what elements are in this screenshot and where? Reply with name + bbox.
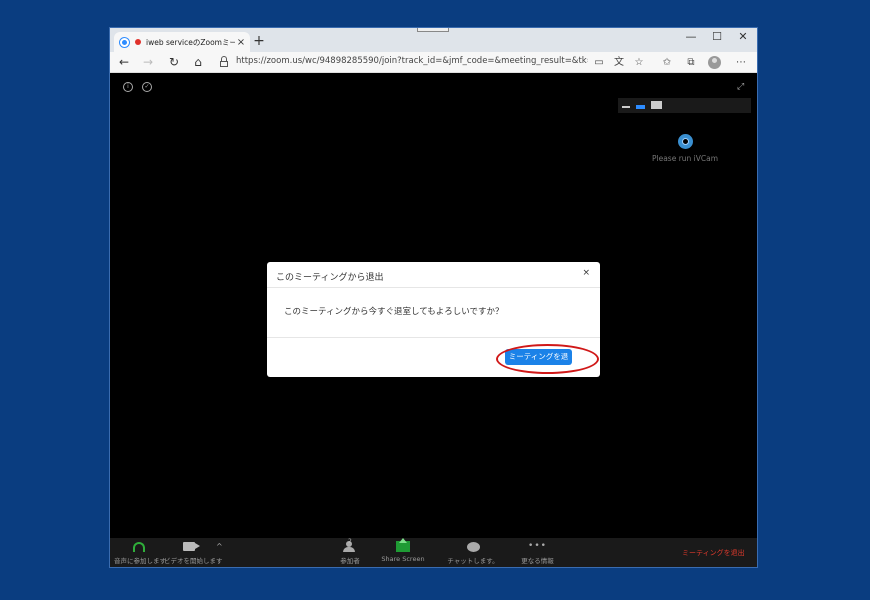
dialog-header: このミーティングから退出 ×	[267, 262, 600, 288]
tab-title: iweb serviceのZoomミーティ...	[146, 37, 235, 47]
audio-label: 音声に参加します	[114, 557, 166, 565]
tab-strip: iweb serviceのZoomミーティ... × + — ☐ ✕	[110, 28, 757, 52]
end-meeting-button[interactable]: ミーティングを退出	[682, 548, 745, 558]
more-dots-icon: •••	[528, 541, 547, 551]
address-bar[interactable]: https://zoom.us/wc/94898285590/join?trac…	[236, 56, 588, 66]
view-switcher[interactable]	[618, 98, 751, 113]
more-label: 更なる情報	[521, 557, 554, 565]
share-screen-button[interactable]: Share Screen	[378, 538, 428, 563]
tab-close-icon[interactable]: ×	[235, 37, 247, 48]
favorites-list-icon[interactable]: ✩	[658, 52, 676, 73]
participants-label: 参加者	[340, 557, 360, 565]
chat-bubble-icon	[466, 541, 480, 552]
chat-button[interactable]: チャットします。	[443, 540, 503, 565]
meeting-stage: i ✓ ⤢ Please run iVCam このミーティングから退出 × この…	[110, 74, 757, 538]
maximize-button[interactable]: ☐	[704, 28, 730, 46]
zoom-favicon-icon	[120, 37, 129, 47]
dialog-close-icon[interactable]: ×	[582, 268, 590, 278]
refresh-icon[interactable]: ↻	[164, 52, 184, 73]
fullscreen-icon[interactable]: ⤢	[737, 82, 744, 92]
video-label: ビデオを開始します	[164, 557, 223, 565]
participants-count: 2	[348, 538, 352, 545]
strip-view-icon[interactable]	[636, 105, 645, 109]
share-label: Share Screen	[381, 555, 425, 563]
browser-window: iweb serviceのZoomミーティ... × + — ☐ ✕ ← → ↻…	[110, 28, 757, 567]
meeting-control-bar: 音声に参加します ビデオを開始します ^ 2 参加者 Share Screen …	[110, 538, 757, 567]
home-icon[interactable]: ⌂	[188, 52, 208, 73]
translate-icon[interactable]: 文	[610, 52, 628, 73]
profile-avatar[interactable]	[708, 56, 721, 69]
dialog-title: このミーティングから退出	[276, 273, 384, 283]
gallery-view-icon[interactable]	[651, 101, 662, 109]
video-camera-icon	[183, 542, 200, 551]
vcam-message: Please run iVCam	[651, 154, 719, 163]
collections-icon[interactable]: ⧉	[682, 52, 700, 73]
more-button[interactable]: ••• 更なる情報	[515, 540, 560, 566]
headset-icon	[133, 541, 145, 552]
video-options-chevron-icon[interactable]: ^	[216, 542, 223, 551]
close-window-button[interactable]: ✕	[730, 28, 756, 46]
red-highlight-ellipse	[496, 344, 599, 374]
forward-arrow-icon[interactable]: →	[138, 52, 158, 73]
chat-label: チャットします。	[447, 557, 499, 565]
camera-permission-icon[interactable]: ▭	[590, 52, 608, 73]
browser-tab[interactable]: iweb serviceのZoomミーティ... ×	[114, 32, 250, 52]
minimize-view-icon[interactable]	[622, 106, 630, 108]
recording-indicator-icon	[135, 39, 141, 45]
dialog-divider	[267, 337, 600, 338]
start-video-button[interactable]: ビデオを開始します	[164, 540, 223, 565]
lock-icon[interactable]	[220, 56, 228, 67]
webcam-icon	[677, 134, 693, 149]
security-shield-icon[interactable]: ✓	[142, 82, 152, 92]
join-audio-button[interactable]: 音声に参加します	[114, 540, 166, 565]
window-grab-handle	[417, 28, 449, 32]
minimize-button[interactable]: —	[678, 28, 704, 46]
address-toolbar: ← → ↻ ⌂ https://zoom.us/wc/94898285590/j…	[110, 52, 757, 73]
new-tab-button[interactable]: +	[252, 33, 266, 49]
dialog-message: このミーティングから今すぐ退室してもよろしいですか？	[284, 307, 504, 317]
favorite-star-icon[interactable]: ☆	[630, 52, 648, 73]
more-menu-icon[interactable]: ⋯	[732, 52, 750, 73]
back-arrow-icon[interactable]: ←	[114, 52, 134, 73]
share-screen-icon	[396, 538, 410, 552]
info-icon[interactable]: i	[123, 82, 133, 92]
participants-button[interactable]: 2 参加者	[330, 538, 370, 565]
participant-video-tile: Please run iVCam	[650, 134, 720, 163]
